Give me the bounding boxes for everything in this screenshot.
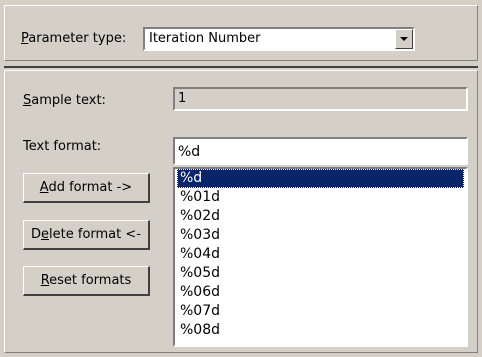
list-item[interactable]: %07d (177, 302, 464, 321)
text-format-input[interactable]: %d (173, 137, 468, 165)
list-item[interactable]: %05d (177, 264, 464, 283)
formats-listbox[interactable]: %d %01d %02d %03d %04d %05d %06d %07d %0… (173, 167, 468, 347)
delete-format-button[interactable]: Delete format <- (23, 220, 150, 250)
section-divider (4, 66, 478, 68)
chevron-down-icon[interactable] (395, 29, 413, 49)
list-item[interactable]: %01d (177, 188, 464, 207)
list-item[interactable]: %03d (177, 226, 464, 245)
list-item[interactable]: %02d (177, 207, 464, 226)
reset-formats-button[interactable]: Reset formats (23, 266, 150, 296)
sample-text-label: Sample text: (23, 93, 106, 108)
text-format-value: %d (178, 144, 201, 160)
parameter-type-combobox[interactable]: Iteration Number (143, 27, 415, 51)
list-item[interactable]: %04d (177, 245, 464, 264)
list-item[interactable]: %08d (177, 321, 464, 340)
parameter-type-value: Iteration Number (149, 31, 261, 46)
list-item[interactable]: %d (177, 169, 464, 188)
sample-text-value: 1 (178, 91, 187, 106)
parameter-type-label: Parameter type: (21, 31, 127, 46)
add-format-button[interactable]: Add format -> (23, 173, 150, 203)
sample-text-field: 1 (173, 87, 468, 111)
list-item[interactable]: %06d (177, 283, 464, 302)
dialog-window: Parameter type: Iteration Number Sample … (0, 0, 482, 357)
text-format-label: Text format: (23, 139, 102, 154)
